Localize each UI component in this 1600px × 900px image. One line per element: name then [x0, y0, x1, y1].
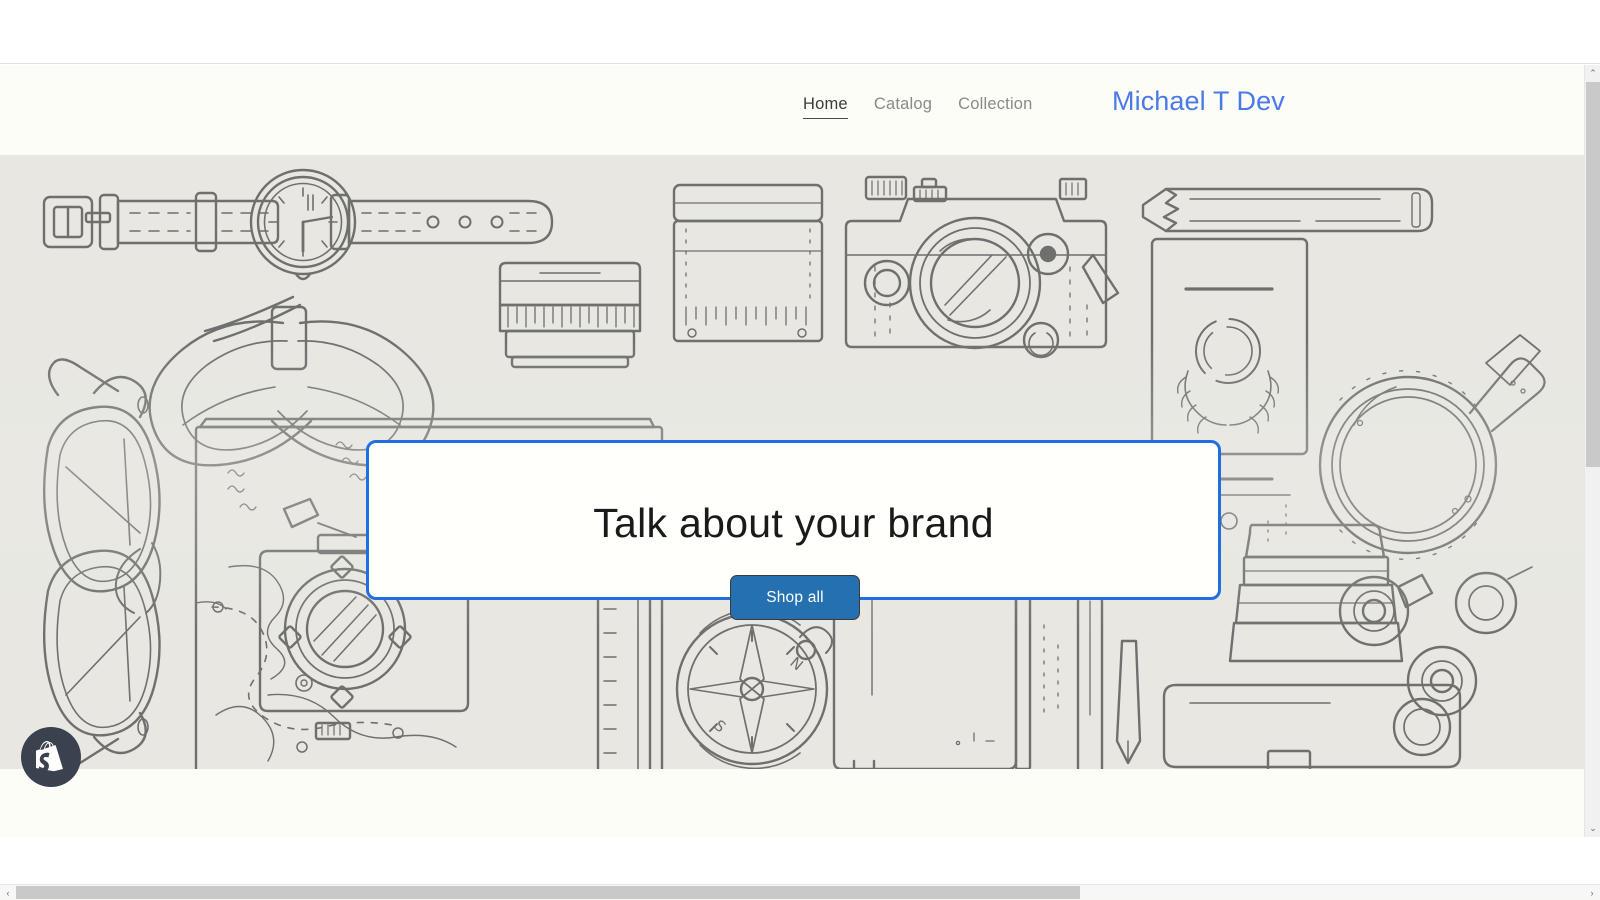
svg-text:N: N	[786, 653, 806, 674]
hero-banner: N S	[0, 155, 1584, 769]
browser-top-chrome	[0, 0, 1600, 64]
shop-all-button[interactable]: Shop all	[730, 575, 860, 620]
site-page: Home Catalog Collection Michael T Dev	[0, 65, 1584, 837]
main-navigation: Home Catalog Collection	[803, 95, 1033, 119]
scroll-right-arrow-icon[interactable]: ›	[1584, 885, 1600, 900]
page-footer-area	[0, 769, 1584, 837]
shopify-logo-badge[interactable]	[21, 727, 81, 787]
vertical-scrollbar-thumb[interactable]	[1586, 82, 1600, 467]
vertical-scrollbar[interactable]: ⌃ ⌄	[1584, 65, 1600, 837]
browser-viewport: Home Catalog Collection Michael T Dev	[0, 0, 1600, 900]
horizontal-scrollbar[interactable]: ‹ ›	[0, 884, 1600, 900]
scroll-down-arrow-icon[interactable]: ⌄	[1585, 820, 1600, 837]
hero-heading: Talk about your brand	[593, 498, 994, 549]
nav-item-catalog[interactable]: Catalog	[874, 95, 932, 118]
nav-item-home[interactable]: Home	[803, 95, 848, 119]
store-brand-title[interactable]: Michael T Dev	[1112, 86, 1285, 117]
site-header: Home Catalog Collection Michael T Dev	[0, 65, 1584, 155]
scroll-left-arrow-icon[interactable]: ‹	[0, 885, 16, 900]
nav-item-collection[interactable]: Collection	[958, 95, 1032, 118]
shopify-bag-icon	[36, 741, 66, 773]
scroll-up-arrow-icon[interactable]: ⌃	[1585, 65, 1600, 82]
svg-text:S: S	[710, 716, 729, 736]
horizontal-scrollbar-thumb[interactable]	[16, 886, 1080, 899]
